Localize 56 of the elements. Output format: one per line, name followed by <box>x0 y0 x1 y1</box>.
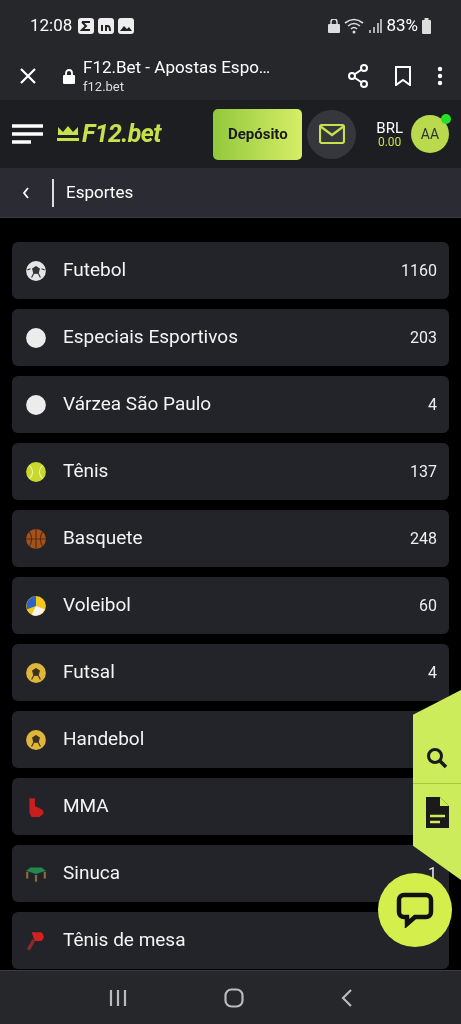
futsal-ball-icon <box>25 661 47 684</box>
bookmark-button[interactable] <box>395 66 411 86</box>
event-count: 203 <box>410 326 437 349</box>
back-button[interactable] <box>22 186 30 199</box>
balance: 0.00 <box>377 135 402 148</box>
volleyball-icon <box>25 594 47 617</box>
event-count: 4 <box>428 393 437 416</box>
sport-item[interactable]: Especiais Esportivos 203 <box>12 309 449 366</box>
image-icon <box>118 18 135 34</box>
notification-icon <box>98 18 115 34</box>
menu-button[interactable] <box>12 123 44 145</box>
close-button[interactable] <box>18 66 38 86</box>
sport-item[interactable]: Voleibol 60 <box>12 577 449 634</box>
soccer-ball-icon <box>25 259 47 282</box>
logo: F12.bet <box>82 118 161 151</box>
notification-icon <box>78 18 95 34</box>
avatar[interactable]: AA <box>411 115 449 153</box>
event-count: 60 <box>419 594 437 617</box>
event-count: 1160 <box>401 259 437 282</box>
back-nav-button[interactable] <box>340 987 353 1008</box>
recent-apps-button[interactable] <box>108 988 129 1007</box>
futsal-ball-icon <box>25 728 47 751</box>
clock: 12:08 <box>30 14 73 38</box>
signal-icon <box>368 18 383 34</box>
tennis-ball-icon <box>25 460 47 483</box>
sport-item[interactable]: Tênis 137 <box>12 443 449 500</box>
more-options-button[interactable] <box>437 66 443 86</box>
ball-icon <box>25 393 47 416</box>
page-url: f12.bet <box>83 78 125 95</box>
section-title: Esportes <box>66 180 134 204</box>
sport-item[interactable]: Tênis de mesa <box>12 912 449 969</box>
page-title: F12.Bet - Apostas Espo… <box>83 57 271 79</box>
deposit-button[interactable]: Depósito <box>213 108 303 160</box>
sport-item[interactable]: Basquete 248 <box>12 510 449 567</box>
basketball-icon <box>25 527 47 550</box>
event-count: 1 <box>428 862 437 885</box>
currency-label: BRL <box>376 120 403 136</box>
battery-percentage: 83% <box>386 14 418 38</box>
wifi-icon <box>344 18 365 34</box>
ball-icon <box>25 326 47 349</box>
battery-icon <box>422 18 431 34</box>
sport-item[interactable]: Sinuca 1 <box>12 845 449 902</box>
sport-item[interactable]: Futsal 4 <box>12 644 449 701</box>
event-count: 137 <box>410 460 437 483</box>
home-button[interactable] <box>224 987 245 1008</box>
event-count: 248 <box>410 527 437 550</box>
crown-icon <box>57 125 79 143</box>
sport-item[interactable]: Várzea São Paulo 4 <box>12 376 449 433</box>
sport-item[interactable]: Futebol 1160 <box>12 242 449 299</box>
chat-bubble-icon <box>396 892 434 928</box>
ping-pong-paddle-icon <box>25 929 47 952</box>
event-count: 4 <box>428 661 437 684</box>
mail-icon <box>318 124 345 144</box>
share-button[interactable] <box>347 64 369 88</box>
lock-icon <box>328 19 341 33</box>
lock-icon <box>63 68 75 84</box>
